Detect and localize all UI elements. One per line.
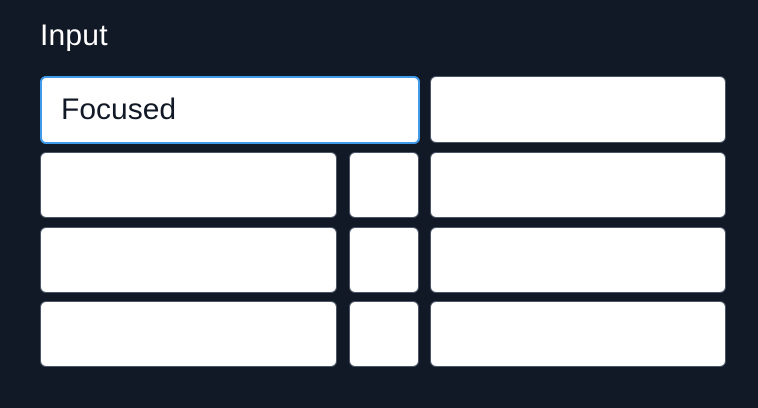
text-input-r3-right[interactable] bbox=[430, 227, 726, 293]
text-input-r4-left[interactable] bbox=[40, 301, 337, 367]
section-title: Input bbox=[40, 19, 108, 52]
focused-input[interactable] bbox=[40, 76, 420, 144]
text-input-r3-left[interactable] bbox=[40, 227, 337, 293]
text-input-r3-mid[interactable] bbox=[349, 227, 419, 293]
text-input-r2-right[interactable] bbox=[430, 152, 726, 218]
text-input-r1-right[interactable] bbox=[430, 76, 726, 143]
text-input-r4-right[interactable] bbox=[430, 301, 726, 367]
text-input-r2-mid[interactable] bbox=[349, 152, 419, 218]
text-input-r2-left[interactable] bbox=[40, 152, 337, 218]
text-input-r4-mid[interactable] bbox=[349, 301, 419, 367]
